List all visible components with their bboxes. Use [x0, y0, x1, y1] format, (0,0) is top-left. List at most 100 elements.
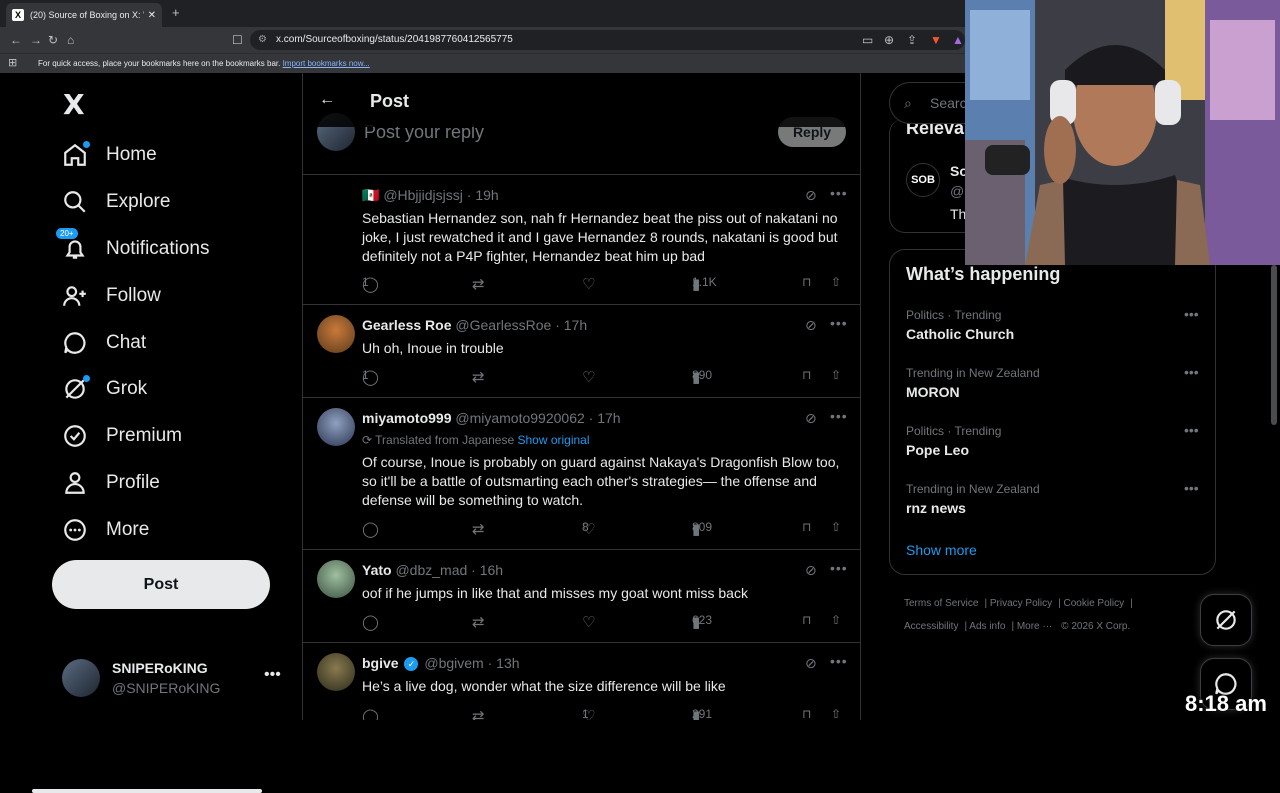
more-dots-icon[interactable]: •••	[264, 666, 281, 684]
nav-item-profile[interactable]: Profile	[62, 463, 160, 503]
back-arrow-icon[interactable]: ←	[10, 33, 22, 47]
more-dots-icon[interactable]: •••	[830, 185, 848, 201]
rewards-icon[interactable]: ▲	[952, 33, 964, 47]
nav-item-label: Premium	[106, 425, 183, 446]
nav-item-label: Explore	[106, 191, 171, 212]
browser-tab[interactable]: X (20) Source of Boxing on X: "Ne ✕	[6, 3, 162, 27]
avatar[interactable]	[317, 185, 355, 223]
reply-tweet[interactable]: bgive ✓ @bgivem · 13h ⊘ ••• He’s a live …	[303, 643, 860, 720]
share-icon[interactable]: ⇧	[831, 707, 841, 720]
grok-icon[interactable]: ⊘	[805, 187, 817, 204]
grok-floating-button[interactable]	[1200, 594, 1252, 646]
tweet-handle[interactable]: @miyamoto9920062	[455, 410, 584, 426]
show-original-link[interactable]: Show original	[517, 433, 589, 447]
trend-item[interactable]: Trending in New Zealand MORON •••	[906, 364, 1206, 410]
nav-item-more[interactable]: More	[62, 510, 149, 550]
nav-item-notifications[interactable]: 20+ Notifications	[56, 228, 210, 269]
avatar[interactable]	[317, 408, 355, 446]
cookie-link[interactable]: Cookie Policy	[1064, 598, 1125, 609]
nav-item-home[interactable]: Home	[62, 135, 157, 175]
tweet-time[interactable]: 13h	[496, 655, 519, 671]
share-icon[interactable]: ⇧	[831, 520, 841, 534]
tweet-handle[interactable]: @dbz_mad	[395, 562, 467, 578]
terms-link[interactable]: Terms of Service	[904, 598, 978, 609]
nav-item-label: Chat	[106, 332, 147, 353]
vertical-scrollbar[interactable]	[1271, 265, 1277, 425]
tweet-author-name[interactable]: Gearless Roe	[362, 317, 452, 333]
reply-tweet[interactable]: Gearless Roe @GearlessRoe · 17h ⊘ ••• Uh…	[303, 305, 860, 398]
bookmark-icon[interactable]: ⊓	[802, 520, 811, 534]
relevant-handle[interactable]: @	[950, 183, 964, 199]
trend-item[interactable]: Politics · Trending Pope Leo •••	[906, 422, 1206, 468]
forward-arrow-icon[interactable]: →	[30, 33, 42, 47]
show-more-link[interactable]: Show more	[906, 542, 977, 558]
apps-grid-icon[interactable]: ⊞	[8, 54, 17, 73]
more-dots-icon[interactable]: •••	[1184, 364, 1199, 380]
bookmark-star-icon[interactable]: ☐	[232, 33, 243, 47]
tweet-time[interactable]: 19h	[475, 187, 498, 203]
accessibility-link[interactable]: Accessibility	[904, 621, 958, 632]
grok-icon[interactable]: ⊘	[805, 317, 817, 334]
share-icon[interactable]: ⇪	[907, 33, 917, 47]
tweet-author-name[interactable]: miyamoto999	[362, 410, 451, 426]
privacy-link[interactable]: Privacy Policy	[990, 598, 1052, 609]
more-dots-icon[interactable]: •••	[1184, 306, 1199, 322]
close-tab-icon[interactable]: ✕	[148, 10, 156, 21]
avatar[interactable]	[317, 653, 355, 691]
nav-item-chat[interactable]: Chat	[62, 323, 146, 363]
more-dots-icon[interactable]: •••	[830, 653, 848, 669]
avatar[interactable]	[317, 560, 355, 598]
tweet-handle[interactable]: @GearlessRoe	[455, 317, 551, 333]
tweet-time[interactable]: 16h	[480, 562, 503, 578]
grok-icon[interactable]: ⊘	[805, 410, 817, 427]
nav-item-label: Profile	[106, 472, 160, 493]
home-browser-icon[interactable]: ⌂	[67, 33, 74, 47]
trend-item[interactable]: Trending in New Zealand rnz news •••	[906, 480, 1206, 526]
import-bookmarks-link[interactable]: Import bookmarks now...	[283, 59, 370, 68]
grok-icon[interactable]: ⊘	[805, 562, 817, 579]
more-dots-icon[interactable]: •••	[830, 560, 848, 576]
ads-info-link[interactable]: Ads info	[969, 621, 1005, 632]
share-icon[interactable]: ⇧	[831, 613, 841, 627]
avatar[interactable]	[317, 315, 355, 353]
x-logo-icon[interactable]: X	[63, 88, 85, 121]
nav-item-grok[interactable]: Grok	[62, 369, 147, 409]
account-switcher[interactable]: SNIPERoKING @SNIPERoKING •••	[62, 656, 292, 700]
url-input[interactable]: ⚙ x.com/Sourceofboxing/status/2041987760…	[250, 30, 965, 50]
reload-icon[interactable]: ↻	[48, 33, 58, 47]
avatar[interactable]: SOB	[906, 163, 940, 197]
zoom-icon[interactable]: ⊕	[884, 33, 894, 47]
nav-item-follow[interactable]: Follow	[62, 276, 161, 316]
horizontal-scrollbar[interactable]	[32, 789, 262, 793]
more-dots-icon[interactable]: •••	[1184, 480, 1199, 496]
bookmark-icon[interactable]: ⊓	[802, 368, 811, 382]
more-dots-icon[interactable]: •••	[830, 408, 848, 424]
tweet-handle[interactable]: @Hbjjidjsjssj	[383, 187, 463, 203]
reply-tweet[interactable]: miyamoto999 @miyamoto9920062 · 17h ⊘ •••…	[303, 398, 860, 550]
brave-shield-icon[interactable]: ▼	[930, 33, 942, 47]
post-button[interactable]: Post	[52, 560, 270, 609]
nav-item-premium[interactable]: Premium	[62, 416, 182, 456]
footer-more-link[interactable]: More ···	[1017, 621, 1053, 632]
nav-item-explore[interactable]: Explore	[62, 182, 170, 222]
tweet-time[interactable]: 17h	[597, 410, 620, 426]
share-icon[interactable]: ⇧	[831, 275, 841, 289]
grok-icon[interactable]: ⊘	[805, 655, 817, 672]
reply-tweet[interactable]: Yato @dbz_mad · 16h ⊘ ••• oof if he jump…	[303, 550, 860, 643]
bookmark-icon[interactable]: ⊓	[802, 613, 811, 627]
bookmark-icon[interactable]: ⊓	[802, 275, 811, 289]
cast-icon[interactable]: ▭	[862, 33, 873, 47]
reply-tweet[interactable]: 🇲🇽 @Hbjjidjsjssj · 19h ⊘ ••• Sebastian H…	[303, 175, 860, 305]
trend-item[interactable]: Politics · Trending Catholic Church •••	[906, 306, 1206, 352]
more-dots-icon[interactable]: •••	[830, 315, 848, 331]
tweet-author-name[interactable]: bgive	[362, 655, 399, 671]
tweet-author-name[interactable]: Yato	[362, 562, 392, 578]
share-icon[interactable]: ⇧	[831, 368, 841, 382]
new-tab-button[interactable]: +	[172, 5, 180, 20]
tweet-time[interactable]: 17h	[564, 317, 587, 333]
site-info-icon[interactable]: ⚙	[258, 30, 267, 50]
tweet-handle[interactable]: @bgivem	[424, 655, 483, 671]
back-arrow-icon[interactable]: ←	[319, 91, 335, 109]
more-dots-icon[interactable]: •••	[1184, 422, 1199, 438]
bookmark-icon[interactable]: ⊓	[802, 707, 811, 720]
